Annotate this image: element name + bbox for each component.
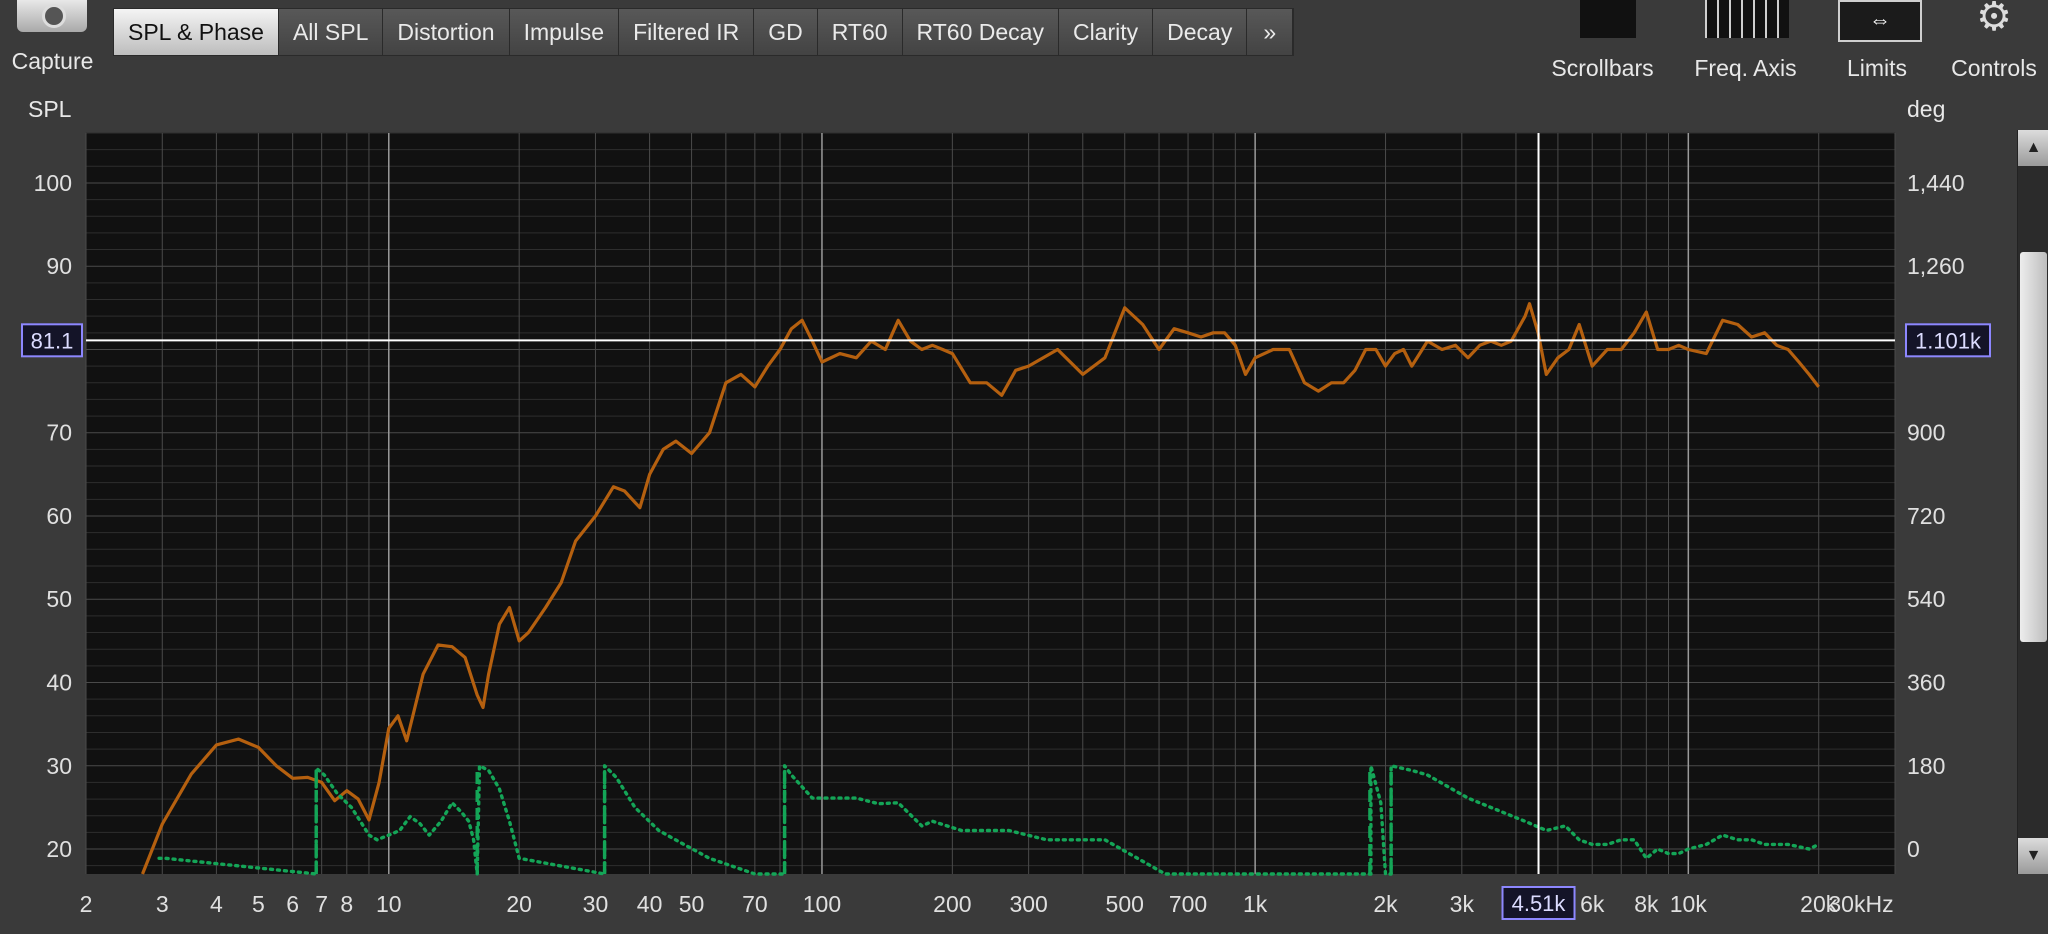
x-tick-label: 30 [583, 891, 609, 917]
y2-tick-label: 900 [1907, 420, 1945, 446]
x-tick-label: 3 [156, 891, 169, 917]
x-tick-label: 6 [286, 891, 299, 917]
x-tick-label: 5 [252, 891, 265, 917]
scroll-down-arrow-icon[interactable]: ▼ [2018, 838, 2048, 874]
x-tick-label: 6k [1580, 891, 1605, 917]
cursor-phase-readout: 1.101k [1915, 328, 1982, 353]
x-tick-label: 2 [80, 891, 93, 917]
x-tick-label: 40 [637, 891, 663, 917]
plot-area[interactable]: 20 30 40 50 60 70 90 100 0 180 360 540 720 900 1,260 1,… [0, 0, 2048, 929]
y2-tick-label: 540 [1907, 586, 1945, 612]
vertical-scrollbar[interactable]: ▲ ▼ [2017, 130, 2048, 874]
y-tick-label: 100 [34, 170, 72, 196]
x-tick-label: 500 [1106, 891, 1144, 917]
y2-tick-label: 1,260 [1907, 253, 1965, 279]
y-tick-label: 30 [46, 753, 72, 779]
x-tick-label: 30kHz [1828, 891, 1893, 917]
y2-tick-label: 180 [1907, 753, 1945, 779]
y2-tick-label: 720 [1907, 503, 1945, 529]
x-tick-label: 8k [1634, 891, 1659, 917]
y2-tick-label: 1,440 [1907, 170, 1965, 196]
x-tick-label: 300 [1009, 891, 1047, 917]
x-tick-label: 2k [1373, 891, 1398, 917]
x-tick-label: 20 [506, 891, 532, 917]
y2-tick-label: 0 [1907, 836, 1920, 862]
spl-phase-chart[interactable]: 2030405060709010001803605407209001,2601,… [0, 0, 2048, 929]
x-tick-label: 10 [376, 891, 402, 917]
x-tick-label: 70 [742, 891, 768, 917]
x-tick-label: 100 [803, 891, 841, 917]
y-tick-label: 50 [46, 586, 72, 612]
y-tick-label: 60 [46, 503, 72, 529]
x-tick-label: 10k [1670, 891, 1708, 917]
x-tick-label: 3k [1450, 891, 1475, 917]
cursor-freq-readout: 4.51k [1512, 891, 1567, 916]
plot-background [86, 133, 1895, 874]
x-tick-label: 700 [1169, 891, 1207, 917]
y-tick-label: 40 [46, 670, 72, 696]
x-tick-label: 4 [210, 891, 223, 917]
y-tick-label: 90 [46, 253, 72, 279]
x-tick-label: 200 [933, 891, 971, 917]
x-tick-label: 7 [315, 891, 328, 917]
y2-tick-label: 360 [1907, 670, 1945, 696]
y-tick-label: 70 [46, 420, 72, 446]
x-tick-label: 8 [340, 891, 353, 917]
y-tick-label: 20 [46, 836, 72, 862]
cursor-spl-readout: 81.1 [31, 328, 74, 353]
x-tick-label: 1k [1243, 891, 1268, 917]
x-tick-label: 50 [679, 891, 705, 917]
scroll-up-arrow-icon[interactable]: ▲ [2018, 130, 2048, 166]
scroll-thumb[interactable] [2020, 252, 2047, 642]
